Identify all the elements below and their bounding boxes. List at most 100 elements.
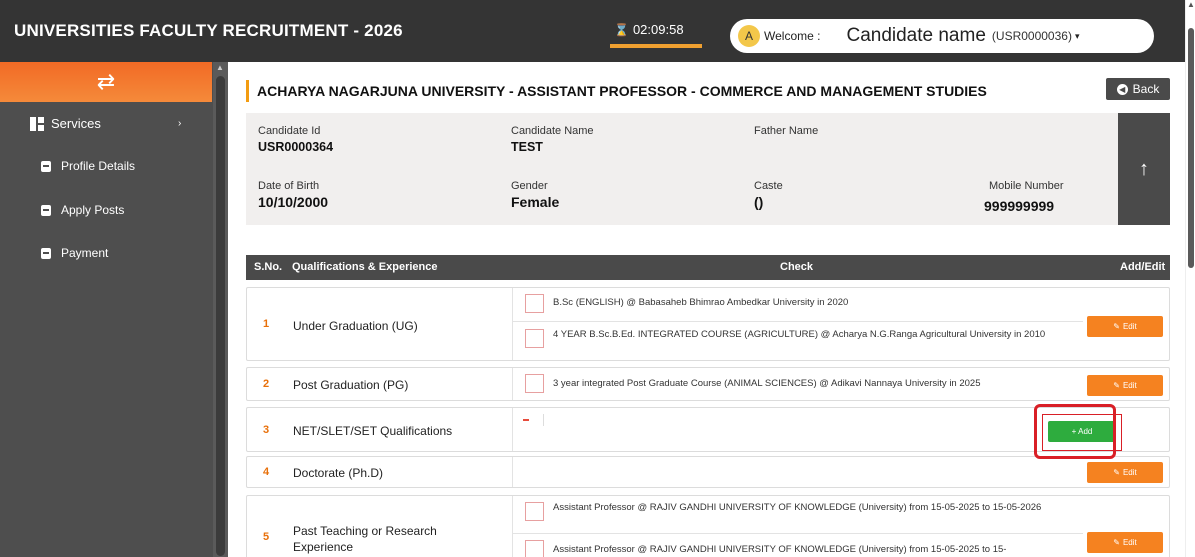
highlight-box <box>1034 404 1116 459</box>
page-scrollbar[interactable]: ▲ <box>1185 0 1195 557</box>
candidate-name-label: Candidate Name <box>511 125 594 137</box>
sidebar-scrollbar[interactable]: ▲ <box>213 62 228 557</box>
sidebar-item-label: Apply Posts <box>61 203 125 217</box>
back-button[interactable]: ◀ Back <box>1106 78 1170 100</box>
candidate-id-value: USR0000364 <box>258 140 334 154</box>
swap-arrows-icon: ⇄ <box>96 69 116 94</box>
edit-label: Edit <box>1122 468 1137 477</box>
welcome-label: Welcome : <box>764 29 821 43</box>
row-qualification: Past Teaching or Research Experience <box>293 524 437 554</box>
col-qualification: Qualifications & Experience <box>292 261 438 273</box>
sidebar-item-services[interactable]: Services › <box>30 116 182 131</box>
check-item: 4 YEAR B.Sc.B.Ed. INTEGRATED COURSE (AGR… <box>525 329 1073 348</box>
back-label: Back <box>1132 82 1160 96</box>
timer-bar <box>610 44 702 48</box>
divider <box>513 321 1083 322</box>
hourglass-icon: ⌛ <box>614 22 629 37</box>
edit-icon: ✎ <box>1113 468 1120 477</box>
table-row: 1 Under Graduation (UG) B.Sc (ENGLISH) @… <box>246 287 1170 361</box>
checkbox[interactable] <box>525 294 544 313</box>
dob-label: Date of Birth <box>258 180 320 192</box>
candidate-name-value: TEST <box>511 140 543 154</box>
row-sno: 5 <box>263 531 270 543</box>
col-sno: S.No. <box>254 261 283 273</box>
mobile-value: 999999999 <box>984 198 1055 214</box>
scroll-top-button[interactable]: ↑ <box>1118 113 1170 225</box>
row-sno: 3 <box>263 424 270 436</box>
checkbox[interactable] <box>525 329 544 348</box>
dob-value: 10/10/2000 <box>258 194 329 210</box>
sidebar-toggle[interactable]: ⇄ <box>0 62 212 102</box>
scroll-thumb[interactable] <box>216 76 225 556</box>
check-item: Assistant Professor @ RAJIV GANDHI UNIVE… <box>525 502 1073 521</box>
back-arrow-icon: ◀ <box>1116 83 1128 95</box>
check-item: 3 year integrated Post Graduate Course (… <box>525 374 981 393</box>
sidebar-item-profile-details[interactable]: Profile Details <box>41 159 135 173</box>
edit-icon: ✎ <box>1113 381 1120 390</box>
sidebar-item-payment[interactable]: Payment <box>41 246 108 260</box>
caste-label: Caste <box>754 180 783 192</box>
grid-icon <box>30 116 44 131</box>
sidebar-item-label: Payment <box>61 246 109 260</box>
session-timer: ⌛ 02:09:58 <box>614 22 684 37</box>
col-check: Check <box>780 261 814 273</box>
check-column: B.Sc (ENGLISH) @ Babasaheb Bhimrao Ambed… <box>512 288 1083 360</box>
check-column: Assistant Professor @ RAJIV GANDHI UNIVE… <box>512 496 1083 557</box>
divider <box>543 414 544 426</box>
document-icon <box>41 247 51 259</box>
sidebar-item-label: Profile Details <box>61 159 136 173</box>
top-header: UNIVERSITIES FACULTY RECRUITMENT - 2026 … <box>0 0 1185 62</box>
table-row: 5 Past Teaching or Research Experience A… <box>246 495 1170 557</box>
edit-label: Edit <box>1122 538 1137 547</box>
edit-icon: ✎ <box>1113 538 1120 547</box>
row-sno: 4 <box>263 466 270 478</box>
row-qualification: NET/SLET/SET Qualifications <box>293 424 453 438</box>
sidebar: ⇄ Services › Profile Details Apply Posts… <box>0 62 228 557</box>
edit-icon: ✎ <box>1113 322 1120 331</box>
check-item: Assistant Professor @ RAJIV GANDHI UNIVE… <box>525 540 1073 557</box>
user-menu[interactable]: A Welcome : Candidate name (USR0000036) … <box>730 19 1154 53</box>
check-column: 3 year integrated Post Graduate Course (… <box>512 368 1082 400</box>
checkbox[interactable] <box>525 540 544 557</box>
sidebar-item-label: Services <box>51 116 101 131</box>
row-qualification: Doctorate (Ph.D) <box>293 466 384 480</box>
check-column <box>512 457 522 487</box>
row-qualification: Post Graduation (PG) <box>293 378 409 392</box>
candidate-id: (USR0000036) <box>991 29 1072 43</box>
candidate-info-panel: Candidate Id USR0000364 Candidate Name T… <box>246 113 1118 225</box>
table-row: 2 Post Graduation (PG) 3 year integrated… <box>246 367 1170 401</box>
chevron-right-icon: › <box>178 118 182 129</box>
arrow-up-icon: ↑ <box>1139 157 1149 180</box>
edit-button[interactable]: ✎ Edit <box>1087 462 1163 483</box>
table-row: 3 NET/SLET/SET Qualifications <box>246 407 1170 452</box>
check-text: B.Sc (ENGLISH) @ Babasaheb Bhimrao Ambed… <box>553 297 849 308</box>
empty-dash <box>523 419 529 421</box>
caste-value: () <box>754 194 764 210</box>
edit-button[interactable]: ✎ Edit <box>1087 532 1163 553</box>
check-text: 3 year integrated Post Graduate Course (… <box>553 378 981 389</box>
app-title: UNIVERSITIES FACULTY RECRUITMENT - 2026 <box>14 21 403 40</box>
col-add-edit: Add/Edit <box>1120 261 1166 273</box>
edit-button[interactable]: ✎ Edit <box>1087 316 1163 337</box>
sidebar-item-apply-posts[interactable]: Apply Posts <box>41 203 124 217</box>
scroll-up-icon: ▲ <box>1187 0 1195 9</box>
check-text: 4 YEAR B.Sc.B.Ed. INTEGRATED COURSE (AGR… <box>553 329 1046 340</box>
user-icon: A <box>738 25 760 47</box>
edit-label: Edit <box>1122 322 1137 331</box>
page-title: ACHARYA NAGARJUNA UNIVERSITY - ASSISTANT… <box>246 80 987 102</box>
document-icon <box>41 160 51 172</box>
father-name-label: Father Name <box>754 125 819 137</box>
gender-label: Gender <box>511 180 548 192</box>
row-sno: 2 <box>263 378 270 390</box>
checkbox[interactable] <box>525 502 544 521</box>
checkbox[interactable] <box>525 374 544 393</box>
check-text: Assistant Professor @ RAJIV GANDHI UNIVE… <box>553 544 1007 555</box>
row-sno: 1 <box>263 318 270 330</box>
row-qualification: Under Graduation (UG) <box>293 319 418 333</box>
scroll-thumb[interactable] <box>1188 28 1194 268</box>
edit-button[interactable]: ✎ Edit <box>1087 375 1163 396</box>
candidate-name: Candidate name <box>846 25 986 46</box>
table-row: 4 Doctorate (Ph.D) ✎ Edit <box>246 456 1170 488</box>
timer-value: 02:09:58 <box>632 22 684 37</box>
table-header: S.No. Qualifications & Experience Check … <box>246 255 1170 280</box>
